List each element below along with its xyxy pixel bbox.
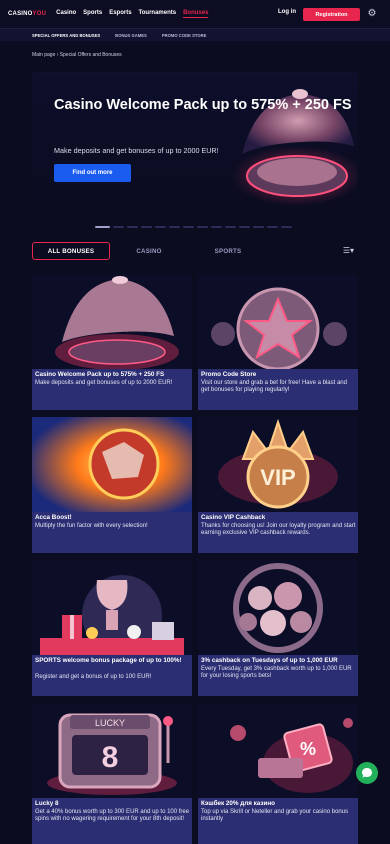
card-title: Кэшбек 20% для казино: [201, 800, 276, 807]
filter-menu-icon[interactable]: ☰▾: [343, 246, 354, 255]
carousel-dot[interactable]: [183, 226, 194, 228]
carousel-dot[interactable]: [211, 226, 222, 228]
carousel-dot[interactable]: [141, 226, 152, 228]
logo-text: CASINO: [8, 11, 33, 17]
carousel-dot[interactable]: [281, 226, 292, 228]
carousel-pagination: [95, 226, 292, 228]
gear-icon[interactable]: ⚙: [366, 8, 378, 20]
bonus-filter-tabs: ALL BONUSES CASINO SPORTS ☰▾: [32, 242, 358, 260]
bonus-card-acca-boost[interactable]: Acca Boost! Multiply the fun factor with…: [32, 417, 192, 553]
breadcrumb[interactable]: Main page › Special Offers and Bonuses: [32, 52, 122, 58]
carousel-dot[interactable]: [267, 226, 278, 228]
carousel-dot[interactable]: [113, 226, 124, 228]
card-description: Visit our store and grab a bet for free!…: [201, 380, 347, 394]
find-out-more-button[interactable]: Find out more: [54, 164, 131, 182]
card-description: Make deposits and get bonuses of up to 2…: [35, 380, 173, 386]
subnav-promo-code-store[interactable]: PROMO CODE STORE: [162, 33, 207, 38]
hero-title: Casino Welcome Pack up to 575% + 250 FS: [54, 97, 352, 113]
bonus-card-sports-welcome[interactable]: SPORTS welcome bonus package of up to 10…: [32, 560, 192, 696]
bonus-card-tuesday-cashback[interactable]: 3% cashback on Tuesdays of up to 1,000 E…: [198, 560, 358, 696]
logo[interactable]: CASINOYOU: [8, 11, 46, 17]
card-description: Get a 40% bonus worth up to 300 EUR and …: [35, 809, 190, 823]
star-chips-illustration: [198, 274, 358, 369]
vip-text: VIP: [260, 465, 295, 490]
sports-balls-illustration: [198, 560, 358, 655]
fire-football-illustration: [32, 417, 192, 512]
trophy-gifts-illustration: [32, 560, 192, 655]
carousel-dot[interactable]: [239, 226, 250, 228]
lucky-text: LUCKY: [95, 718, 125, 728]
card-title: SPORTS welcome bonus package of up to 10…: [35, 657, 182, 664]
bonus-card-casino-welcome[interactable]: Casino Welcome Pack up to 575% + 250 FS …: [32, 274, 192, 410]
bonus-card-lucky-8[interactable]: LUCKY 8 Lucky 8 Get a 40% bonus worth up…: [32, 703, 192, 844]
bonus-card-casino-vip-cashback[interactable]: VIP Casino VIP Cashback Thanks for choos…: [198, 417, 358, 553]
card-description: Top up via Skrill or Neteller and grab y…: [201, 809, 349, 823]
chat-bubble-icon: [362, 768, 372, 778]
carousel-dot[interactable]: [225, 226, 236, 228]
card-title: Lucky 8: [35, 800, 59, 807]
card-description: Every Tuesday, get 3% cashback worth up …: [201, 666, 352, 680]
carousel-dot[interactable]: [95, 226, 110, 228]
card-description: Multiply the fun factor with every selec…: [35, 523, 148, 529]
nav-casino[interactable]: Casino: [56, 10, 76, 18]
cloche-illustration: [32, 274, 192, 369]
nav-esports[interactable]: Esports: [109, 10, 131, 18]
subnav-special-offers[interactable]: SPECIAL OFFERS AND BONUSES: [32, 33, 100, 38]
registration-button[interactable]: Registration: [303, 8, 360, 21]
nav-tournaments[interactable]: Tournaments: [139, 10, 177, 18]
nav-bonuses[interactable]: Bonuses: [183, 10, 209, 18]
top-bar: CASINOYOU Casino Sports Esports Tourname…: [0, 0, 390, 28]
card-description: Register and get a bonus of up to 100 EU…: [35, 674, 152, 680]
card-title: 3% cashback on Tuesdays of up to 1,000 E…: [201, 657, 338, 664]
carousel-dot[interactable]: [169, 226, 180, 228]
lucky-slot-machine-illustration: LUCKY 8: [32, 703, 192, 798]
chat-button[interactable]: [356, 762, 378, 784]
tab-casino[interactable]: CASINO: [110, 242, 188, 260]
card-title: Casino Welcome Pack up to 575% + 250 FS: [35, 371, 165, 378]
percent-coins-illustration: %: [198, 703, 358, 798]
carousel-dot[interactable]: [253, 226, 264, 228]
carousel-dot[interactable]: [197, 226, 208, 228]
tab-sports[interactable]: SPORTS: [192, 242, 264, 260]
carousel-dot[interactable]: [127, 226, 138, 228]
carousel-dot[interactable]: [155, 226, 166, 228]
bonus-card-promo-code-store[interactable]: Promo Code Store Visit our store and gra…: [198, 274, 358, 410]
svg-text:8: 8: [102, 741, 119, 774]
tab-all-bonuses[interactable]: ALL BONUSES: [32, 242, 110, 260]
vip-crown-illustration: VIP: [198, 417, 358, 512]
card-description: Thanks for choosing us! Join our loyalty…: [201, 523, 356, 537]
svg-text:%: %: [300, 739, 316, 759]
hero-subtitle: Make deposits and get bonuses of up to 2…: [54, 146, 219, 155]
nav-sports[interactable]: Sports: [83, 10, 102, 18]
main-nav: Casino Sports Esports Tournaments Bonuse…: [56, 10, 209, 18]
card-title: Acca Boost!: [35, 514, 72, 521]
bonus-card-casino-cashback-20[interactable]: % Кэшбек 20% для казино Top up via Skril…: [198, 703, 358, 844]
card-title: Casino VIP Cashback: [201, 514, 266, 521]
hero-banner: Casino Welcome Pack up to 575% + 250 FS …: [32, 72, 358, 212]
sub-nav: SPECIAL OFFERS AND BONUSES BONUS GAMES P…: [0, 28, 390, 41]
login-link[interactable]: Log in: [278, 9, 296, 15]
card-title: Promo Code Store: [201, 371, 257, 378]
subnav-bonus-games[interactable]: BONUS GAMES: [115, 33, 147, 38]
logo-accent-text: YOU: [32, 11, 47, 17]
